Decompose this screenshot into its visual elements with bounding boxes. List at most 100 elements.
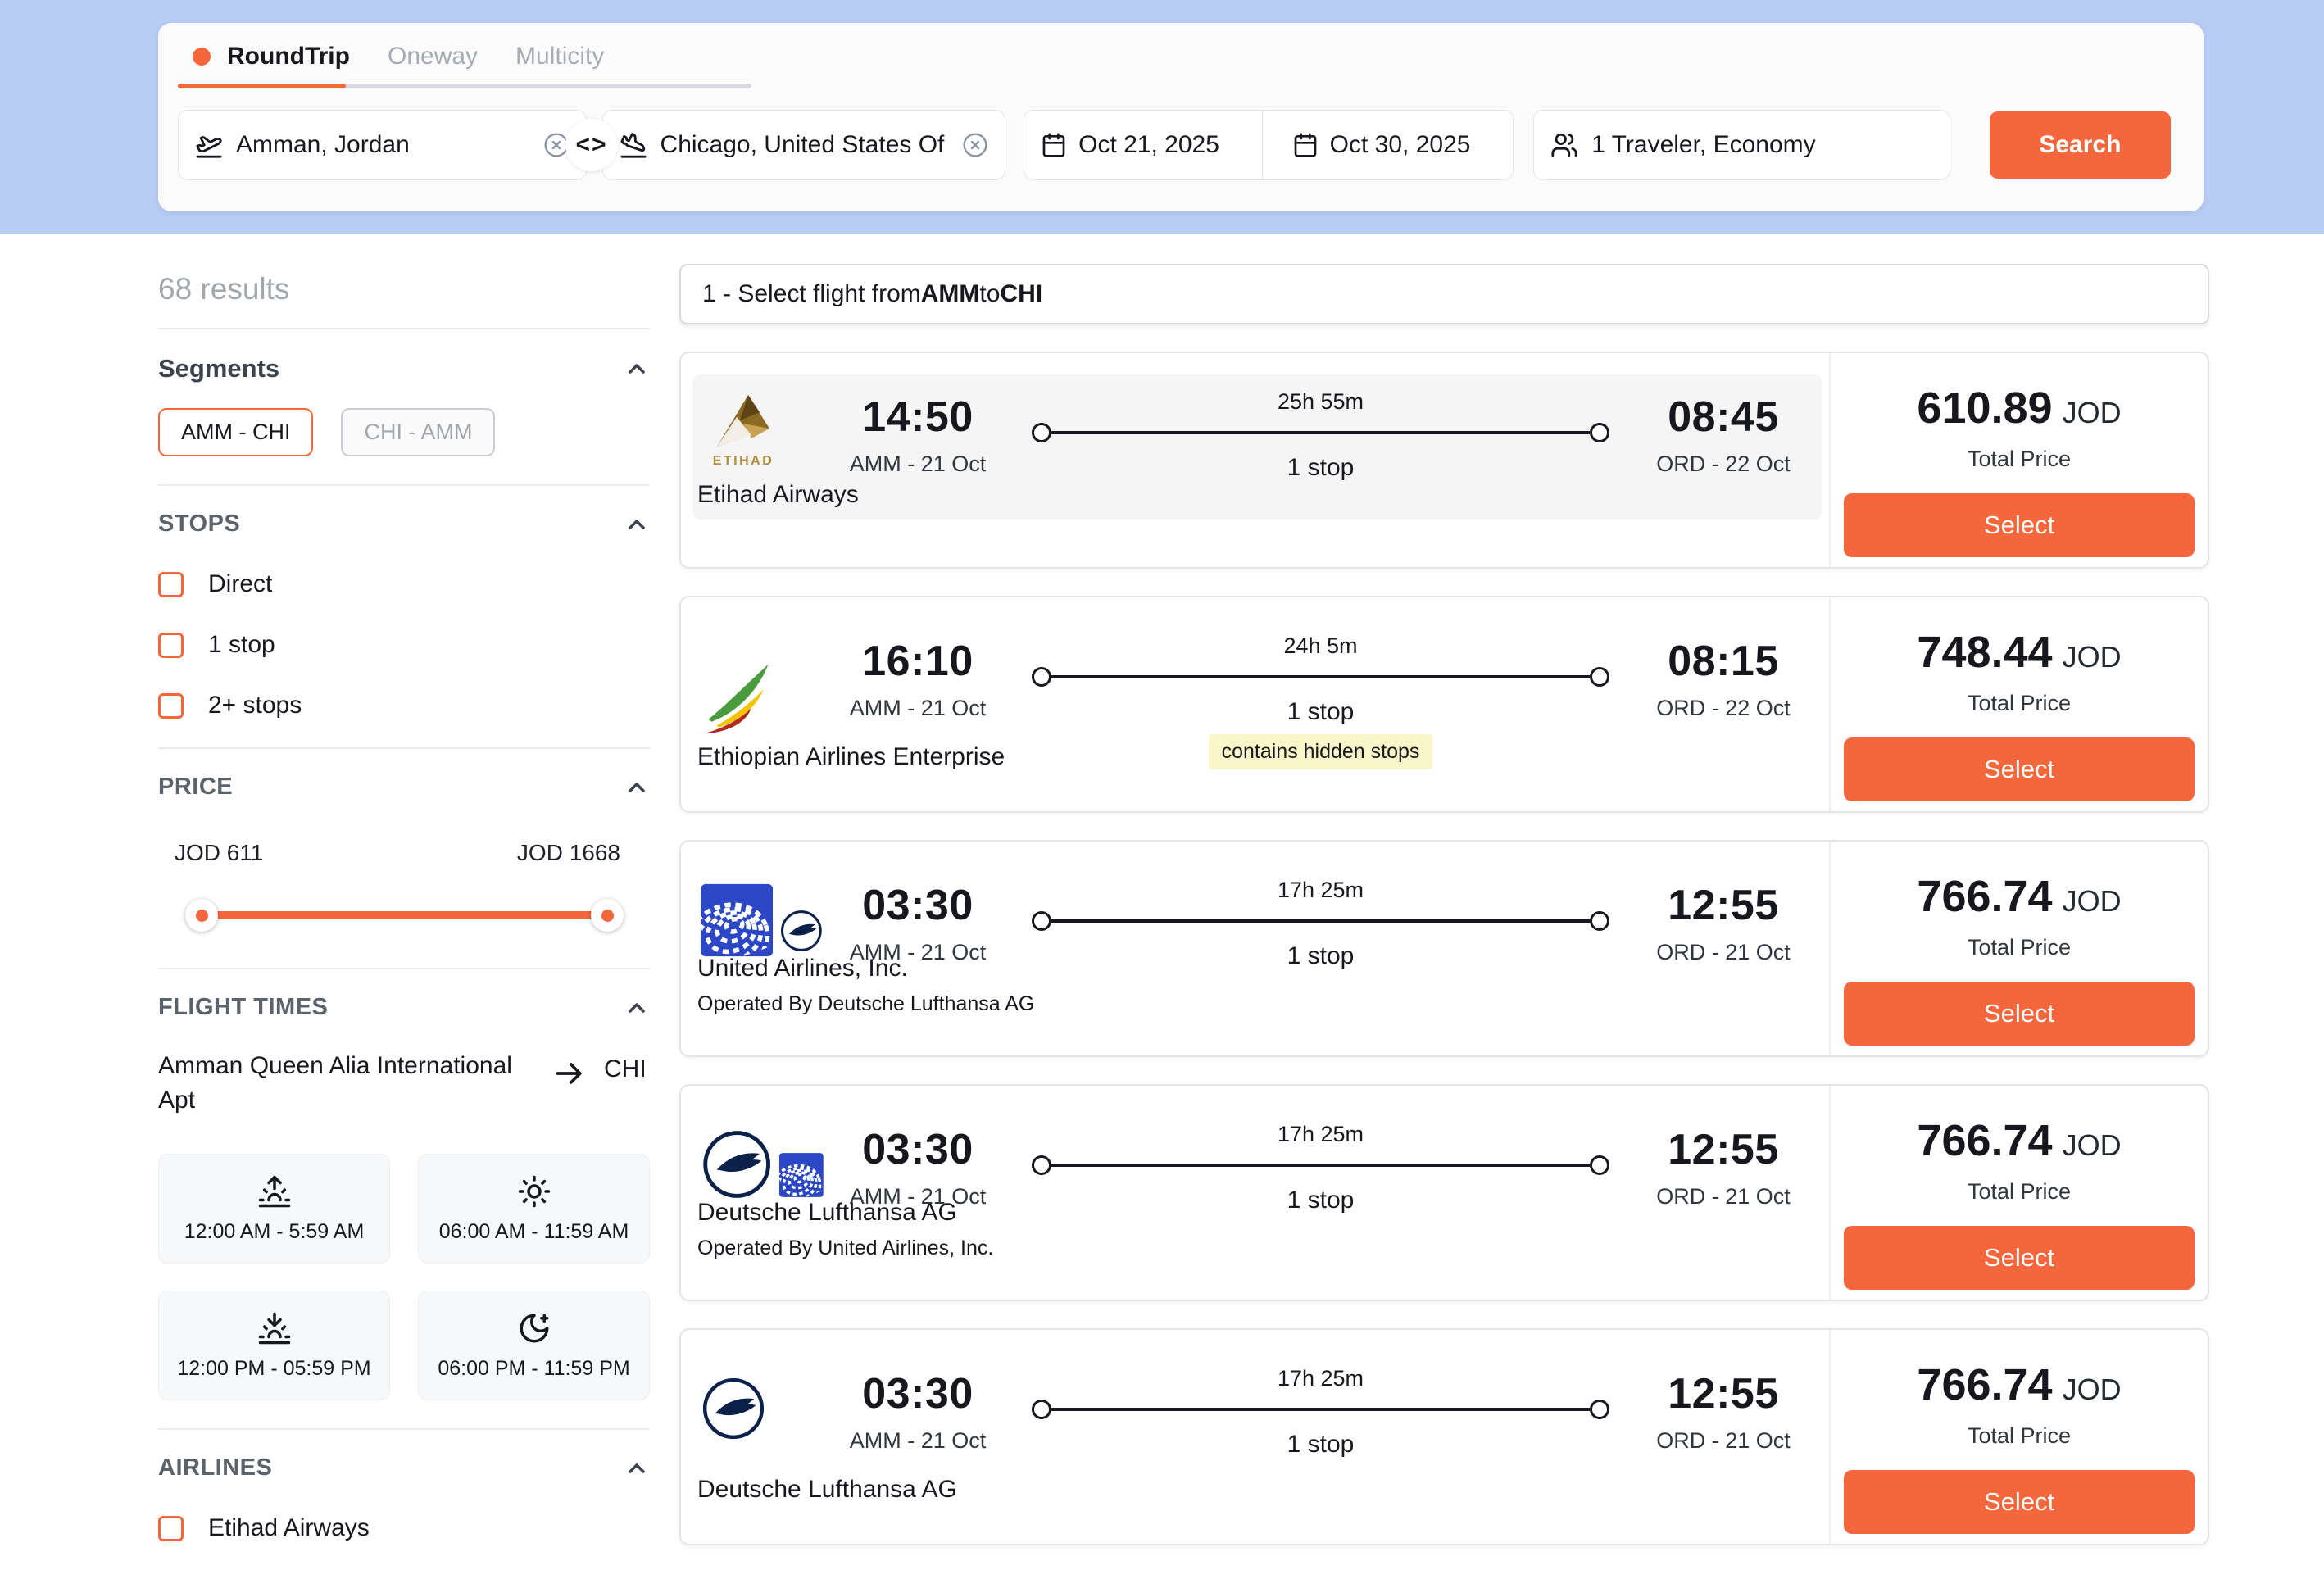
moon-plus-icon — [517, 1311, 551, 1345]
arrival-block: 08:45 ORD - 22 Oct — [1629, 392, 1818, 477]
select-button[interactable]: Select — [1844, 1470, 2195, 1534]
select-button[interactable]: Select — [1844, 493, 2195, 557]
step-header-from: AMM — [921, 280, 980, 308]
swap-button[interactable]: <> — [565, 119, 618, 171]
stops-option-2plus-stops[interactable]: 2+ stops — [158, 692, 650, 719]
depart-date-value: Oct 21, 2025 — [1078, 131, 1219, 159]
route-from: Amman Queen Alia International Apt — [158, 1049, 519, 1118]
destination-input[interactable]: Chicago, United States Of — [602, 110, 1006, 180]
timeline: 25h 55m 1 stop — [1032, 389, 1609, 482]
time-slot-evening[interactable]: 06:00 PM - 11:59 PM — [418, 1291, 650, 1400]
united-airlines-logo — [701, 883, 773, 958]
arrival-block: 12:55 ORD - 21 Oct — [1629, 881, 1818, 965]
calendar-icon — [1041, 132, 1067, 158]
step-header: 1 - Select flight from AMM to CHI — [679, 264, 2209, 324]
timeline: 24h 5m 1 stop contains hidden stops — [1032, 633, 1609, 769]
currency: JOD — [2063, 1128, 2122, 1163]
flight-times-section: FLIGHT TIMES Amman Queen Alia Internatio… — [158, 969, 650, 1430]
price-slider-max-handle[interactable] — [591, 899, 624, 932]
etihad-airways-logo — [701, 392, 786, 471]
sun-icon — [517, 1174, 551, 1209]
chevron-up-icon[interactable] — [624, 356, 650, 382]
plane-landing-icon — [620, 131, 647, 159]
airline-name: United Airlines, Inc. Operated By Deutsc… — [697, 954, 1034, 1016]
checkbox[interactable] — [158, 633, 184, 658]
destination-value: Chicago, United States Of — [660, 131, 945, 159]
clear-destination-icon[interactable] — [962, 132, 988, 158]
flight-info[interactable]: 03:30 AMM - 21 Oct 17h 25m 1 stop 12:55 … — [681, 1086, 1829, 1300]
chevron-up-icon[interactable] — [624, 995, 650, 1021]
return-date-input[interactable]: Oct 30, 2025 — [1276, 111, 1514, 179]
segments-section: Segments AMM - CHI CHI - AMM — [158, 329, 650, 486]
total-price: 766.74 — [1917, 1115, 2052, 1166]
total-price: 748.44 — [1917, 627, 2052, 678]
content-area: 68 results Segments AMM - CHI CHI - AMM … — [0, 234, 2324, 1524]
stops-section: STOPS Direct 1 stop 2+ stops — [158, 486, 650, 749]
hidden-stops-badge: contains hidden stops — [1209, 734, 1433, 769]
segment-chip-chi-amm[interactable]: CHI - AMM — [341, 408, 495, 456]
results-count: 68 results — [158, 264, 650, 329]
tab-underline — [178, 84, 751, 88]
timeline: 17h 25m 1 stop — [1032, 1366, 1609, 1459]
arrow-right-icon — [551, 1055, 588, 1091]
users-icon — [1550, 131, 1578, 159]
price-slider[interactable] — [188, 899, 620, 932]
price-title: PRICE — [158, 774, 233, 801]
checkbox[interactable] — [158, 693, 184, 719]
stops-option-direct[interactable]: Direct — [158, 570, 650, 598]
currency: JOD — [2063, 640, 2122, 674]
sunset-icon — [257, 1311, 292, 1345]
currency: JOD — [2063, 884, 2122, 919]
chevron-up-icon[interactable] — [624, 774, 650, 801]
price-slider-track[interactable] — [188, 911, 620, 919]
search-button[interactable]: Search — [1990, 111, 2171, 179]
depart-date-input[interactable]: Oct 21, 2025 — [1024, 111, 1263, 179]
flight-info[interactable]: 16:10 AMM - 21 Oct 24h 5m 1 stop contain… — [681, 597, 1829, 811]
stops-title: STOPS — [158, 510, 240, 538]
chevron-up-icon[interactable] — [624, 1455, 650, 1482]
time-slot-morning[interactable]: 06:00 AM - 11:59 AM — [418, 1154, 650, 1264]
stops-option-1-stop[interactable]: 1 stop — [158, 631, 650, 659]
filters-sidebar: 68 results Segments AMM - CHI CHI - AMM … — [158, 264, 650, 1524]
segment-chip-amm-chi[interactable]: AMM - CHI — [158, 408, 313, 456]
timeline: 17h 25m 1 stop — [1032, 878, 1609, 970]
airline-option-etihad[interactable]: Etihad Airways — [158, 1514, 650, 1542]
operated-by: Operated By Deutsche Lufthansa AG — [697, 991, 1034, 1016]
search-panel: RoundTrip Oneway Multicity Amman, Jordan — [158, 23, 2204, 211]
step-header-to: CHI — [1000, 280, 1042, 308]
select-button[interactable]: Select — [1844, 737, 2195, 801]
flight-card: 03:30 AMM - 21 Oct 17h 25m 1 stop 12:55 … — [679, 840, 2209, 1057]
tab-oneway[interactable]: Oneway — [388, 43, 478, 70]
flight-info[interactable]: 14:50 AMM - 21 Oct 25h 55m 1 stop 08:45 … — [681, 353, 1829, 567]
select-button[interactable]: Select — [1844, 1226, 2195, 1290]
price-note: Total Price — [1968, 935, 2071, 960]
checkbox[interactable] — [158, 1516, 184, 1541]
origin-input[interactable]: Amman, Jordan — [178, 110, 587, 180]
tab-multicity[interactable]: Multicity — [515, 43, 604, 70]
flight-card: 14:50 AMM - 21 Oct 25h 55m 1 stop 08:45 … — [679, 352, 2209, 569]
lufthansa-logo — [779, 908, 824, 954]
checkbox[interactable] — [158, 572, 184, 597]
departure-block: 03:30 AMM - 21 Oct — [824, 881, 1012, 965]
dates-field: Oct 21, 2025 Oct 30, 2025 — [1024, 110, 1514, 180]
price-box: 766.74 JOD Total Price Select — [1829, 842, 2208, 1055]
trip-type-tabs: RoundTrip Oneway Multicity — [193, 43, 2171, 70]
travelers-input[interactable]: 1 Traveler, Economy — [1533, 110, 1950, 180]
segments-title: Segments — [158, 354, 279, 383]
price-box: 766.74 JOD Total Price Select — [1829, 1330, 2208, 1544]
time-slot-early-morning[interactable]: 12:00 AM - 5:59 AM — [158, 1154, 390, 1264]
arrival-block: 12:55 ORD - 21 Oct — [1629, 1369, 1818, 1454]
currency: JOD — [2063, 1373, 2122, 1407]
flight-info[interactable]: 03:30 AMM - 21 Oct 17h 25m 1 stop 12:55 … — [681, 842, 1829, 1055]
lufthansa-logo — [701, 1376, 766, 1441]
tab-roundtrip[interactable]: RoundTrip — [193, 43, 350, 70]
time-slot-afternoon[interactable]: 12:00 PM - 05:59 PM — [158, 1291, 390, 1400]
price-slider-min-handle[interactable] — [185, 899, 218, 932]
chevron-up-icon[interactable] — [624, 511, 650, 538]
flight-info[interactable]: 03:30 AMM - 21 Oct 17h 25m 1 stop 12:55 … — [681, 1330, 1829, 1544]
flight-card: 03:30 AMM - 21 Oct 17h 25m 1 stop 12:55 … — [679, 1328, 2209, 1545]
airlines-title: AIRLINES — [158, 1454, 272, 1482]
select-button[interactable]: Select — [1844, 982, 2195, 1046]
tab-roundtrip-label: RoundTrip — [227, 43, 350, 70]
flight-card: 16:10 AMM - 21 Oct 24h 5m 1 stop contain… — [679, 596, 2209, 813]
